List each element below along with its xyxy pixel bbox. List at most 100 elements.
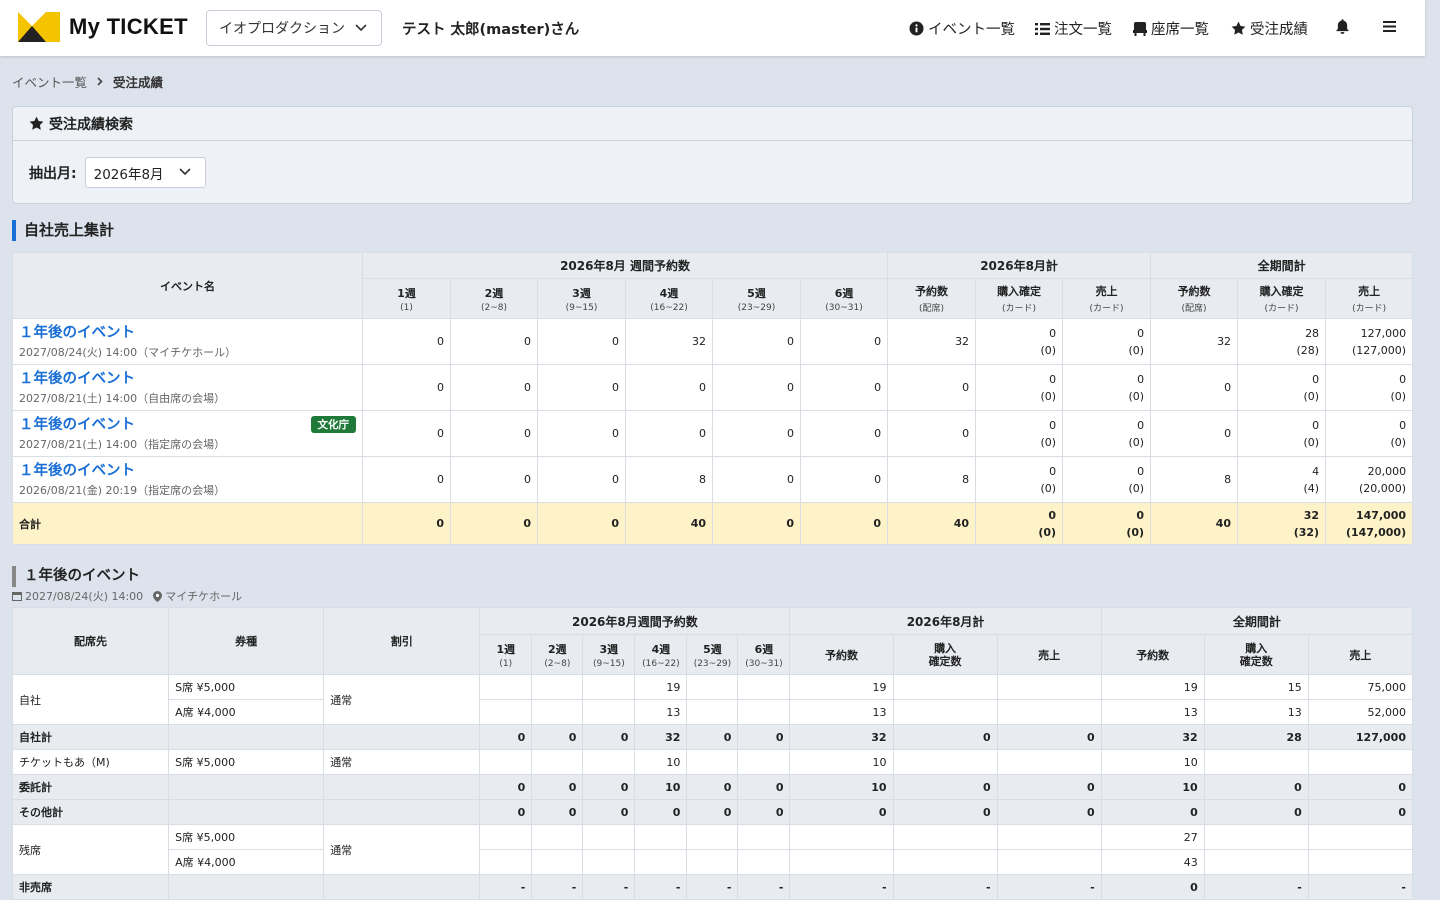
week-value [582,674,636,700]
week-value: - [531,874,584,900]
event-cell: １年後のイベント 2026/08/21(金) 20:19（指定席の会場） [12,456,363,503]
week-value [531,699,584,725]
week-value: - [634,874,688,900]
all-value [1307,849,1414,875]
all-reserve: 32 [1150,318,1239,365]
week-value: 32 [625,318,713,365]
nav-orders[interactable]: 注文一覧 [1035,18,1112,39]
nav-performance[interactable]: 受注成績 [1231,18,1308,39]
month-select[interactable]: 2026年8月 [84,157,206,188]
event-link[interactable]: １年後のイベント [19,324,362,342]
all-reserve: 8 [1150,456,1239,503]
star-icon [1231,21,1246,35]
event-link[interactable]: １年後のイベント [19,370,362,388]
all-value: 127,000 [1307,724,1414,750]
nav-events[interactable]: イベント一覧 [909,18,1015,39]
week-value: 8 [625,456,713,503]
col-destination: 配席先 [11,607,170,675]
week-value: 0 [362,318,451,365]
week-value [531,674,584,700]
week-value [479,674,533,700]
month-reserve: 0 [887,410,977,457]
total-month-reserve: 40 [887,502,977,545]
week-value [737,824,791,850]
event-cell: １年後のイベント 2027/08/21(土) 14:00（自由席の会場） [12,364,363,411]
all-value: - [1307,874,1414,900]
total-week: 0 [712,502,801,545]
table-row: 残席 S席 ¥5,000 通常 27 [11,824,1414,875]
all-value: 0 [1100,799,1205,825]
month-value: 0 [892,799,998,825]
chevron-right-icon [97,77,103,86]
month-sales: 0 (0) [1062,456,1152,503]
week-value: 0 [625,410,713,457]
week-value: 0 [737,724,791,750]
table-row: チケットもあ（M) S席 ¥5,000 通常 10 10 10 [11,749,1414,775]
organization-select[interactable]: イオプロダクション [206,10,382,46]
nav-seats[interactable]: 座席一覧 [1133,18,1209,39]
empty-cell [323,724,481,750]
week-value [737,749,791,775]
col-week-5: 5週 (23~29) [712,278,801,319]
breadcrumb-events-link[interactable]: イベント一覧 [12,72,87,91]
total-all-purchase: 32 (32) [1237,502,1327,545]
week-value: 0 [737,799,791,825]
hamburger-menu-icon [1383,21,1396,32]
all-value: - [1203,874,1309,900]
subtotal-label: 委託計 [11,774,170,800]
week-value: 0 [799,318,889,365]
all-sales: 0 (0) [1325,364,1414,411]
week-value [634,849,688,875]
month-value: 13 [789,699,894,725]
total-week: 0 [362,502,451,545]
event-detail-title: １年後のイベント [12,566,140,587]
week-value [479,824,533,850]
month-purchase: 0 (0) [975,456,1064,503]
month-value: 19 [789,674,894,700]
week-value: 0 [531,774,584,800]
menu-button[interactable] [1383,20,1400,33]
search-panel-title: 受注成績検索 [49,116,133,133]
all-value [1203,749,1309,775]
col-week-6: 6週 (30~31) [737,634,791,675]
table-row: A席 ¥4,000 43 [13,849,1414,875]
event-link[interactable]: １年後のイベント [19,462,362,480]
week-value [737,674,791,700]
week-value [531,849,584,875]
week-value: - [479,874,533,900]
info-icon [909,21,924,36]
month-reserve: 8 [887,456,977,503]
all-value: 10 [1100,749,1205,775]
discount-cell: 通常 [323,674,481,725]
empty-cell [168,799,325,825]
all-value [1307,749,1414,775]
event-detail-meta: 2027/08/24(火) 14:00 マイチケホール [12,588,242,604]
col-week-2: 2週 (2~8) [531,634,584,675]
month-sales: 0 (0) [1062,364,1152,411]
month-purchase: 0 (0) [975,410,1064,457]
week-value: 0 [712,456,801,503]
group-weekly: 2026年8月週間予約数 [479,607,791,635]
col-ticket-type: 券種 [168,607,325,675]
month-value [892,674,998,700]
event-cell: １年後のイベント 2027/08/21(土) 14:00（指定席の会場） 文化庁 [12,410,363,457]
week-value [686,699,739,725]
week-value: 0 [537,364,626,411]
subtotal-row: その他計 0 0 0 0 0 0 0 0 0 0 0 0 [11,799,1414,825]
logo-text: My TICKET [69,14,188,39]
discount-cell: 通常 [323,824,481,875]
table-row: A席 ¥4,000 13 13 13 13 52,000 [13,699,1414,725]
col-confirm: 購入 確定数 [892,634,998,675]
total-all-reserve: 40 [1150,502,1239,545]
week-value [479,749,533,775]
week-value: 0 [634,799,688,825]
total-month-sales: 0 (0) [1062,502,1152,545]
event-cell: １年後のイベント 2027/08/24(火) 14:00（マイチケホール） [12,318,363,365]
notification-button[interactable] [1336,19,1353,34]
event-date: 2027/08/24(火) 14:00（マイチケホール） [19,345,237,359]
group-month: 2026年8月計 [887,252,1152,279]
logo[interactable]: My TICKET [18,12,188,42]
all-value [1307,824,1414,850]
bell-icon [1336,19,1349,34]
month-value: 10 [789,774,894,800]
